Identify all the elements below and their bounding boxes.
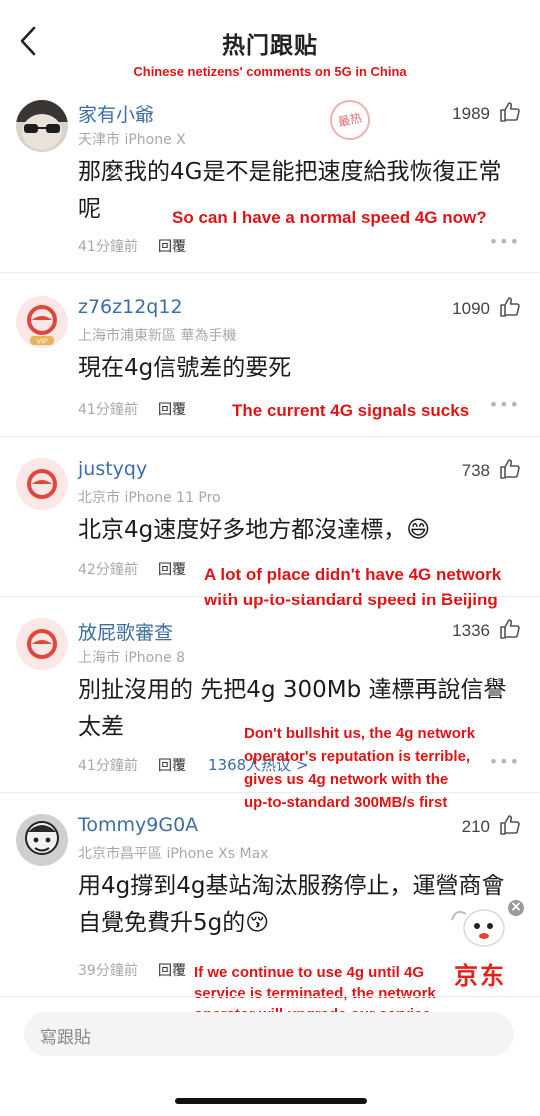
jd-brand-label: 京东 — [454, 962, 506, 990]
page-title: 热门跟贴 — [222, 33, 318, 59]
timestamp: 41分鐘前 — [78, 239, 138, 255]
user-meta: 上海市浦東新區 華為手機 — [78, 328, 237, 344]
reply-input-placeholder: 寫跟貼 — [40, 1028, 91, 1048]
avatar[interactable]: VIP — [16, 296, 68, 348]
user-meta: 上海市 iPhone 8 — [78, 650, 186, 666]
like-count: 738 — [461, 461, 490, 480]
thumbs-up-icon[interactable] — [498, 295, 522, 319]
timestamp: 41分鐘前 — [78, 758, 138, 774]
translation-annotation: Don't bullshit us, the 4g network operat… — [244, 725, 476, 811]
translation-annotation: A lot of place didn't have 4G network wi… — [204, 565, 502, 609]
home-indicator — [175, 1098, 367, 1104]
divider — [0, 792, 540, 793]
like-count: 210 — [461, 817, 490, 836]
comment-text: 現在4g信號差的要死 — [78, 355, 292, 381]
reply-button[interactable]: 回覆 — [158, 236, 186, 256]
user-meta: 天津市 iPhone X — [78, 132, 186, 148]
hottest-badge: 最热 — [326, 96, 374, 144]
divider — [0, 436, 540, 437]
avatar[interactable] — [16, 458, 68, 510]
translation-annotation: The current 4G signals sucks — [232, 401, 470, 420]
username[interactable]: 放屁歌審查 — [78, 618, 173, 645]
like-count: 1090 — [452, 299, 490, 318]
thumbs-up-icon[interactable] — [498, 813, 522, 837]
more-icon[interactable]: ••• — [489, 752, 520, 771]
more-icon[interactable]: ••• — [489, 395, 520, 414]
divider — [0, 272, 540, 273]
timestamp: 39分鐘前 — [78, 963, 138, 979]
more-icon[interactable]: ••• — [489, 232, 520, 251]
thumbs-up-icon[interactable] — [498, 100, 522, 124]
like-count: 1989 — [452, 104, 490, 123]
user-meta: 北京市昌平區 iPhone Xs Max — [78, 846, 269, 862]
reply-button[interactable]: 回覆 — [158, 399, 186, 419]
avatar[interactable] — [16, 618, 68, 670]
svg-text:VIP: VIP — [36, 339, 48, 346]
username[interactable]: z76z12q12 — [78, 296, 183, 318]
username[interactable]: 家有小爺 — [78, 100, 154, 127]
reply-button[interactable]: 回覆 — [158, 559, 186, 579]
avatar[interactable] — [16, 100, 68, 152]
thumbs-up-icon[interactable] — [498, 457, 522, 481]
reply-button[interactable]: 回覆 — [158, 755, 186, 775]
reply-button[interactable]: 回覆 — [158, 960, 186, 980]
timestamp: 41分鐘前 — [78, 402, 138, 418]
divider — [0, 996, 540, 997]
overlay-caption: Chinese netizens' comments on 5G in Chin… — [133, 64, 407, 79]
header: 热门跟贴 Chinese netizens' comments on 5G in… — [0, 0, 540, 88]
timestamp: 42分鐘前 — [78, 562, 138, 578]
translation-annotation: So can I have a normal speed 4G now? — [172, 208, 487, 227]
like-count: 1336 — [452, 621, 490, 640]
thumbs-up-icon[interactable] — [498, 617, 522, 641]
user-meta: 北京市 iPhone 11 Pro — [78, 490, 221, 506]
close-icon[interactable]: × — [510, 898, 522, 916]
jd-ad-float[interactable]: × 京东 — [442, 898, 532, 990]
divider — [0, 596, 540, 597]
avatar[interactable] — [16, 814, 68, 866]
username[interactable]: Tommy9G0A — [78, 814, 198, 836]
comment-text: 北京4g速度好多地方都沒達標，😄 — [78, 517, 431, 543]
reply-input[interactable]: 寫跟貼 — [24, 1012, 514, 1056]
username[interactable]: justyqy — [78, 458, 147, 480]
